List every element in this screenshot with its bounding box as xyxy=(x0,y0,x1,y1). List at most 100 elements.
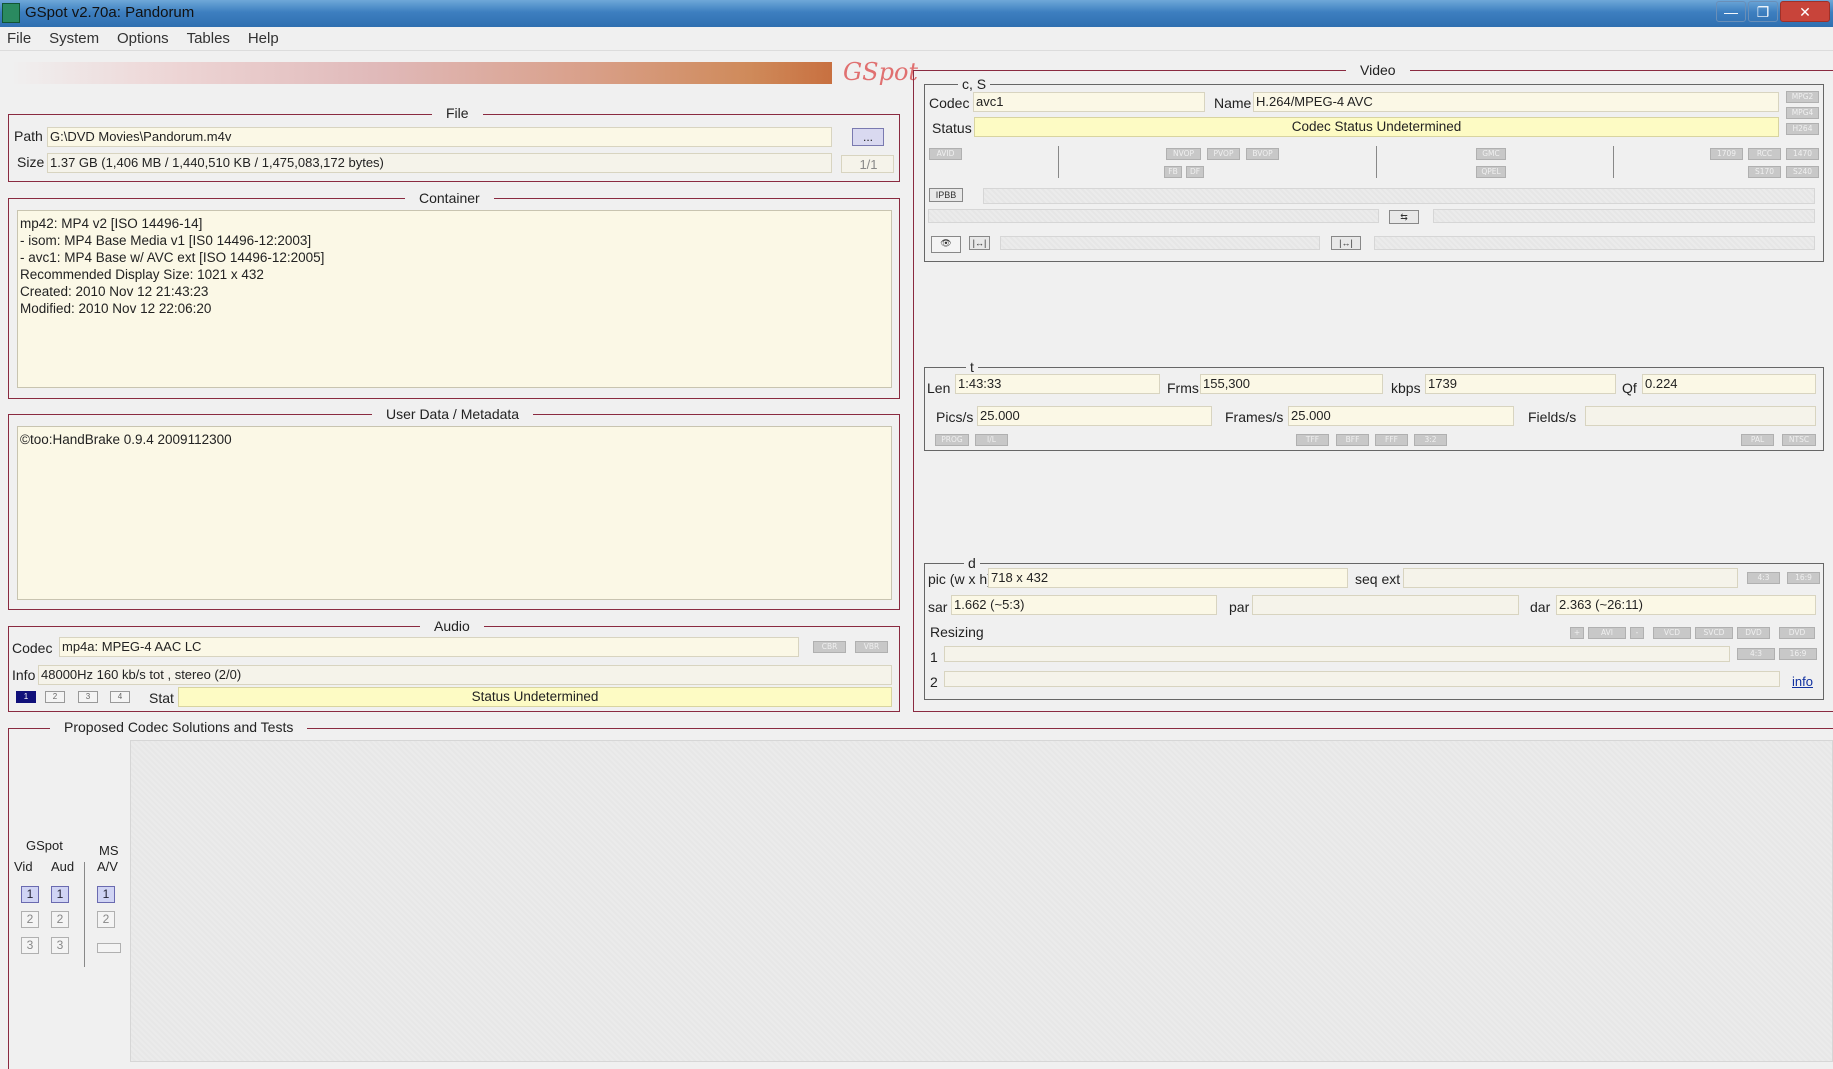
vid-solution-1[interactable]: 1 xyxy=(21,886,39,903)
fields-label: Fields/s xyxy=(1528,409,1577,425)
bff-indicator: BFF xyxy=(1336,434,1369,446)
ms-solution-1[interactable]: 1 xyxy=(97,886,115,903)
menu-options[interactable]: Options xyxy=(110,27,176,50)
separator xyxy=(1376,146,1377,178)
userdata-group-title: User Data / Metadata xyxy=(372,406,534,422)
video-status-field: Codec Status Undetermined xyxy=(974,117,1779,137)
avid-indicator: AVID xyxy=(929,148,962,160)
av-label: A/V xyxy=(97,859,118,874)
aud-solution-1[interactable]: 1 xyxy=(51,886,69,903)
browse-button[interactable]: ... xyxy=(852,128,884,146)
app-icon[interactable] xyxy=(2,3,20,23)
audio-stream-tab-4[interactable]: 4 xyxy=(110,691,130,703)
audio-codec-field: mp4a: MPEG-4 AAC LC xyxy=(59,637,799,657)
seqext-label: seq ext xyxy=(1355,571,1401,587)
audio-codec-label: Codec xyxy=(12,640,53,656)
timing-subgroup-title: t xyxy=(966,359,978,375)
fields-field xyxy=(1585,406,1816,426)
mpg4-indicator: MPG4 xyxy=(1786,107,1819,119)
resizing-label: Resizing xyxy=(930,624,984,640)
gop-bar-left xyxy=(928,209,1379,223)
close-button[interactable]: ✕ xyxy=(1780,1,1830,22)
qf-field: 0.224 xyxy=(1642,374,1816,394)
frames-label: Frames/s xyxy=(1225,409,1284,425)
resize-svcd-button[interactable]: SVCD xyxy=(1695,627,1733,639)
vbr-indicator: VBR xyxy=(855,641,888,653)
resize-dvd-button[interactable]: DVD xyxy=(1737,627,1770,639)
separator xyxy=(1058,146,1059,178)
resize-dvd2-button[interactable]: DVD xyxy=(1779,627,1815,639)
vid-solution-2[interactable]: 2 xyxy=(21,911,39,928)
pic-label: pic (w x h) xyxy=(928,571,992,587)
resize-row1-4-3: 4:3 xyxy=(1737,648,1775,660)
resize-row1-16-9: 16:9 xyxy=(1779,648,1817,660)
vid-label: Vid xyxy=(14,859,33,874)
seqext-field xyxy=(1403,568,1738,588)
path-field[interactable]: G:\DVD Movies\Pandorum.m4v xyxy=(47,127,832,147)
path-label: Path xyxy=(14,128,43,144)
resize-avi-button[interactable]: AVI xyxy=(1588,627,1626,639)
gspot-logo: GSpot xyxy=(843,58,919,86)
measure-bar-left xyxy=(1000,236,1320,250)
info-link[interactable]: info xyxy=(1792,674,1813,689)
minimize-button[interactable]: — xyxy=(1716,1,1746,22)
frames-field: 25.000 xyxy=(1288,406,1514,426)
ar-16-9-indicator: 16:9 xyxy=(1787,572,1820,584)
resize-minus-button[interactable]: - xyxy=(1630,627,1644,639)
aud-solution-3[interactable]: 3 xyxy=(51,937,69,954)
menu-tables[interactable]: Tables xyxy=(180,27,237,50)
par-field xyxy=(1252,595,1519,615)
audio-stream-tab-1[interactable]: 1 xyxy=(16,691,36,703)
container-line: Created: 2010 Nov 12 21:43:23 xyxy=(20,284,209,299)
frms-label: Frms xyxy=(1167,380,1199,396)
video-group-title: Video xyxy=(1346,62,1410,78)
measure-left-icon[interactable]: |↔| xyxy=(969,236,990,250)
ms-label: MS xyxy=(99,843,119,858)
audio-stream-tab-3[interactable]: 3 xyxy=(78,691,98,703)
prog-indicator: PROG xyxy=(935,434,969,446)
container-line: Recommended Display Size: 1021 x 432 xyxy=(20,267,264,282)
video-codec-field: avc1 xyxy=(973,92,1205,112)
vid-solution-3[interactable]: 3 xyxy=(21,937,39,954)
qf-label: Qf xyxy=(1622,380,1637,396)
codec-subgroup-title: c, S xyxy=(958,76,991,92)
container-line: - avc1: MP4 Base w/ AVC ext [ISO 14496-1… xyxy=(20,250,325,265)
r1470-indicator: 1470 xyxy=(1786,148,1819,160)
ms-solution-3[interactable] xyxy=(97,943,121,953)
len-label: Len xyxy=(927,380,951,396)
container-line: Modified: 2010 Nov 12 22:06:20 xyxy=(20,301,212,316)
dar-label: dar xyxy=(1530,599,1551,615)
separator xyxy=(1613,146,1614,178)
measure-right-icon[interactable]: |↔| xyxy=(1331,236,1361,250)
resize-row-1-field xyxy=(944,646,1730,662)
eye-icon[interactable]: 👁 xyxy=(931,236,961,253)
resize-vcd-button[interactable]: VCD xyxy=(1653,627,1691,639)
menu-help[interactable]: Help xyxy=(241,27,286,50)
resize-plus-button[interactable]: + xyxy=(1570,627,1584,639)
audio-status-field: Status Undetermined xyxy=(178,687,892,707)
gspot-label: GSpot xyxy=(26,838,63,853)
frame-type-icon: IPBB xyxy=(929,188,963,202)
container-line: - isom: MP4 Base Media v1 [IS0 14496-12:… xyxy=(20,233,312,248)
rcc-indicator: RCC xyxy=(1748,148,1781,160)
userdata-line: ©too:HandBrake 0.9.4 2009112300 xyxy=(20,432,232,447)
container-info-box: mp42: MP4 v2 [ISO 14496-14] - isom: MP4 … xyxy=(17,210,892,388)
menu-file[interactable]: File xyxy=(0,27,38,50)
size-label: Size xyxy=(17,154,45,170)
kbps-label: kbps xyxy=(1391,380,1421,396)
menu-system[interactable]: System xyxy=(42,27,106,50)
aud-solution-2[interactable]: 2 xyxy=(51,911,69,928)
pics-label: Pics/s xyxy=(936,409,974,425)
container-line: mp42: MP4 v2 [ISO 14496-14] xyxy=(20,216,203,231)
resize-row-2-field xyxy=(944,671,1780,687)
gradient-strip xyxy=(10,62,832,84)
tff-indicator: TFF xyxy=(1296,434,1329,446)
audio-stream-tab-2[interactable]: 2 xyxy=(45,691,65,703)
maximize-button[interactable]: ❐ xyxy=(1748,1,1778,22)
ms-solution-2[interactable]: 2 xyxy=(97,911,115,928)
mpg2-indicator: MPG2 xyxy=(1786,91,1819,103)
swap-icon[interactable]: ⇆ xyxy=(1389,210,1419,224)
ar-4-3-indicator: 4:3 xyxy=(1747,572,1780,584)
pics-field: 25.000 xyxy=(977,406,1212,426)
h264-indicator: H264 xyxy=(1786,123,1819,135)
